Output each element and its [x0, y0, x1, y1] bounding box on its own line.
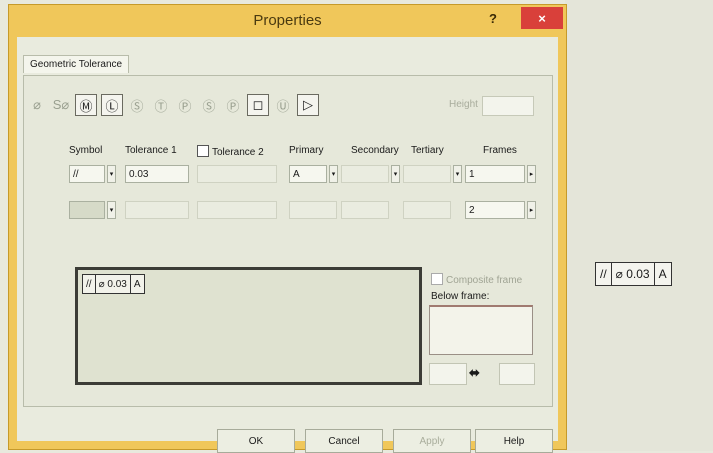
symbol2-select[interactable] [69, 201, 105, 219]
tolerance1-row2-field[interactable] [125, 201, 189, 219]
sdiameter-icon[interactable]: S⌀ [51, 95, 71, 115]
primary-row2-field[interactable] [289, 201, 337, 219]
apply-button[interactable]: Apply [393, 429, 471, 453]
fcf-tolerance: ⌀ 0.03 [612, 263, 655, 285]
gap-right-field[interactable] [499, 363, 535, 385]
fcf-preview-value: 0.03 [107, 278, 127, 290]
title-bar[interactable]: Properties ? × [9, 5, 566, 37]
square-box-icon[interactable]: ◻ [247, 94, 269, 116]
gap-left-field[interactable] [429, 363, 467, 385]
help-button[interactable]: Help [475, 429, 553, 453]
dialog-title: Properties [253, 12, 322, 29]
primary-dropdown-button[interactable]: ▾ [329, 165, 338, 183]
secondary-row2-field[interactable] [341, 201, 389, 219]
frames-field[interactable]: 1 [465, 165, 525, 183]
col-tertiary-label: Tertiary [411, 145, 444, 156]
frames-row2-field[interactable]: 2 [465, 201, 525, 219]
feature-control-frame-preview: // ⌀ 0.03 A [82, 274, 145, 294]
properties-dialog: Properties ? × Geometric Tolerance ⌀ S⌀ … [8, 4, 567, 453]
secondary-dropdown-button[interactable]: ▾ [391, 165, 400, 183]
tab-geometric-tolerance[interactable]: Geometric Tolerance [23, 55, 130, 73]
secondary-field[interactable] [341, 165, 389, 183]
cancel-button[interactable]: Cancel [305, 429, 383, 453]
tertiary-dropdown-button[interactable]: ▾ [453, 165, 462, 183]
composite-frame-checkbox[interactable] [431, 273, 443, 285]
tertiary-field[interactable] [403, 165, 451, 183]
drawing-canvas [565, 0, 713, 451]
dialog-body: Geometric Tolerance ⌀ S⌀ Ⓜ Ⓛ Ⓢ Ⓣ Ⓟ Ⓢ Ⓟ ◻… [17, 37, 558, 441]
close-button[interactable]: × [521, 7, 563, 29]
below-frame-label: Below frame: [431, 291, 490, 302]
frames-row2-spin-button[interactable]: ▸ [527, 201, 536, 219]
preview-pane: // ⌀ 0.03 A [75, 267, 422, 385]
tertiary-row2-field[interactable] [403, 201, 451, 219]
primary-field[interactable]: A [289, 165, 327, 183]
col-frames-label: Frames [483, 145, 517, 156]
ok-button[interactable]: OK [217, 429, 295, 453]
col-tolerance2-label: Tolerance 2 [197, 145, 264, 158]
tolerance1-field[interactable]: 0.03 [125, 165, 189, 183]
symbol-toolbar: ⌀ S⌀ Ⓜ Ⓛ Ⓢ Ⓣ Ⓟ Ⓢ Ⓟ ◻ Ⓤ ▷ [27, 93, 319, 117]
symbol-dropdown-button[interactable]: ▾ [107, 165, 116, 183]
height-label: Height [449, 99, 478, 110]
feature-control-frame-canvas[interactable]: // ⌀ 0.03 A [595, 262, 672, 286]
fcf-datum: A [658, 267, 667, 281]
help-icon[interactable]: ? [489, 11, 497, 26]
tolerance2-row2-field[interactable] [197, 201, 277, 219]
col-secondary-label: Secondary [351, 145, 399, 156]
tolerance2-field[interactable] [197, 165, 277, 183]
double-arrow-icon: ⬌ [469, 365, 480, 380]
frames-spin-button[interactable]: ▸ [527, 165, 536, 183]
mmc-icon[interactable]: Ⓜ [75, 94, 97, 116]
fcf-value: 0.03 [626, 267, 650, 281]
col-symbol-label: Symbol [69, 145, 103, 156]
triangle-arrow-icon[interactable]: ▷ [297, 94, 319, 116]
height-field[interactable] [482, 96, 534, 116]
symbol-select[interactable]: // [69, 165, 105, 183]
lmc-icon[interactable]: Ⓛ [101, 94, 123, 116]
tolerance2-checkbox[interactable] [197, 145, 209, 157]
projected-zone-icon[interactable]: Ⓟ [175, 95, 195, 115]
unequal-icon[interactable]: Ⓤ [273, 95, 293, 115]
fcf-symbol: // [596, 263, 612, 285]
composite-frame-option[interactable]: Composite frame [431, 273, 522, 286]
diameter-icon: ⌀ [98, 278, 105, 290]
fcf-preview-datum: A [133, 278, 141, 290]
symbol2-dropdown-button[interactable]: ▾ [107, 201, 116, 219]
below-frame-textbox[interactable] [429, 305, 533, 355]
fcf-preview-tolerance: ⌀ 0.03 [96, 275, 131, 293]
statistical-icon[interactable]: Ⓢ [199, 95, 219, 115]
tangent-plane-icon[interactable]: Ⓣ [151, 95, 171, 115]
diameter-icon[interactable]: ⌀ [27, 95, 47, 115]
col-primary-label: Primary [289, 145, 324, 156]
diameter-icon: ⌀ [615, 267, 623, 281]
fcf-preview-symbol: // [83, 275, 96, 293]
free-state-icon[interactable]: Ⓟ [223, 95, 243, 115]
rfs-icon[interactable]: Ⓢ [127, 95, 147, 115]
col-tolerance1-label: Tolerance 1 [125, 145, 177, 156]
